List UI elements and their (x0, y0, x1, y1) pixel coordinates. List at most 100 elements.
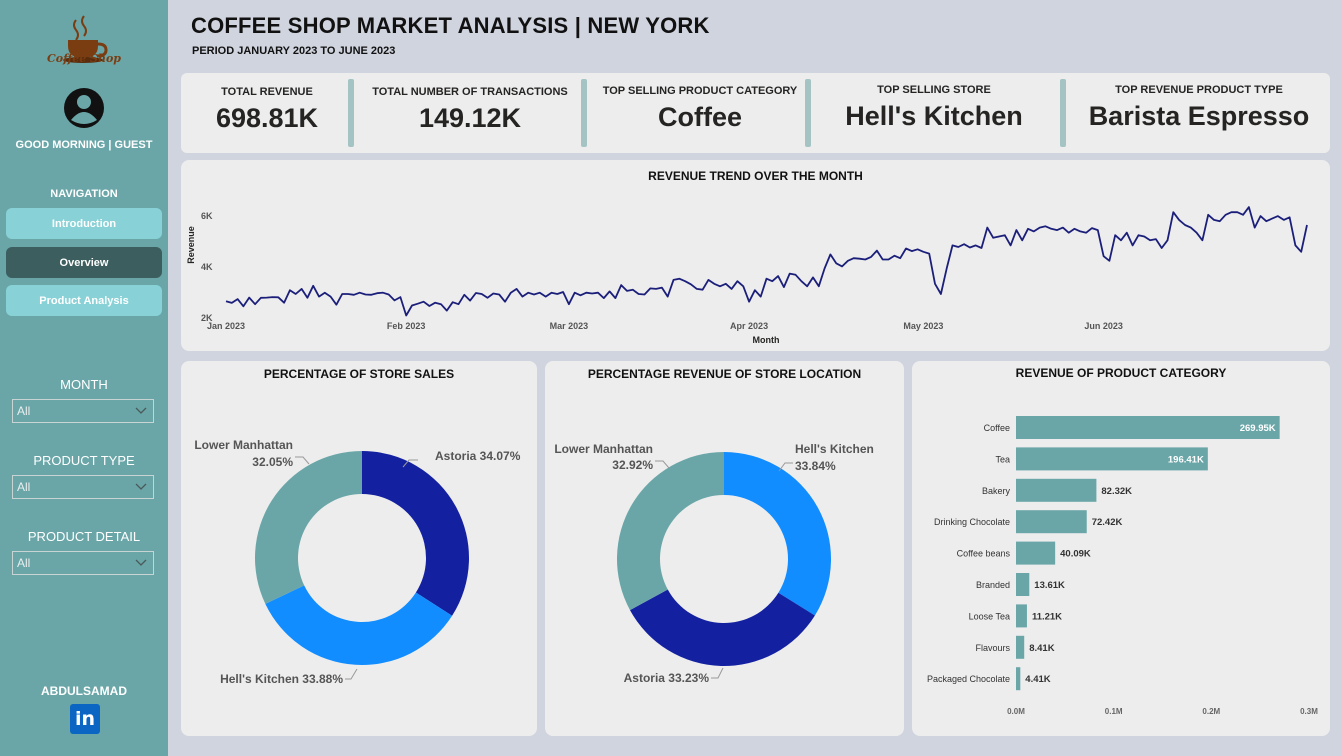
kpi-value: Hell's Kitchen (845, 101, 1023, 131)
x-tick-label: 0.1M (1105, 707, 1123, 716)
slice-data-label: Lower Manhattan (194, 438, 293, 452)
x-tick-label: Apr 2023 (730, 321, 768, 331)
bar-value-label: 4.41K (1025, 674, 1050, 685)
category-label: Flavours (975, 643, 1010, 653)
slice-data-label: Hell's Kitchen 33.88% (220, 672, 343, 686)
kpi-label: TOP SELLING STORE (877, 84, 991, 96)
chevron-down-icon (135, 407, 147, 414)
x-axis-label: Month (753, 335, 780, 345)
slice-data-label: 32.92% (612, 458, 653, 472)
logo-text: Coffee Shop (47, 52, 121, 65)
store-sales-donut-chart: Astoria 34.07% Hell's Kitchen 33.88% Lower… (194, 438, 521, 686)
donut-slice-lower-manhattan[interactable] (617, 452, 724, 611)
greeting-text: GOOD MORNING | GUEST (15, 139, 153, 151)
kpi-separator (348, 79, 354, 147)
product-type-filter-label: PRODUCT TYPE (33, 453, 135, 468)
kpi-label: TOP SELLING PRODUCT CATEGORY (602, 85, 798, 97)
y-tick-label: 4K (201, 262, 213, 272)
bar-value-label: 82.32K (1101, 486, 1132, 497)
product-type-filter-value: All (17, 480, 31, 494)
revenue-trend-chart: 2K4K6KRevenueJan 2023 Feb 2023 Mar 2023 Apr… (186, 206, 1308, 345)
linkedin-icon[interactable]: in (70, 704, 100, 734)
bar-value-label: 269.95K (1240, 423, 1276, 434)
slice-data-label: 33.84% (795, 459, 836, 473)
month-filter-dropdown[interactable]: All (12, 399, 154, 423)
nav-product-analysis-button[interactable]: Product Analysis (6, 285, 162, 316)
category-label: Drinking Chocolate (934, 517, 1010, 527)
category-bar[interactable] (1016, 478, 1097, 502)
kpi-top-store: TOP SELLING STORE Hell's Kitchen (813, 73, 1055, 153)
kpi-separator (1060, 79, 1066, 147)
category-bar[interactable] (1016, 635, 1025, 659)
bar-value-label: 196.41K (1168, 454, 1204, 465)
x-tick-label: 0.0M (1007, 707, 1025, 716)
product-category-panel: REVENUE OF PRODUCT CATEGORY Coffee 269.95… (912, 361, 1330, 736)
label-leader-line (711, 667, 724, 679)
category-label: Loose Tea (969, 611, 1010, 621)
category-bar[interactable] (1016, 510, 1087, 534)
product-detail-filter-label: PRODUCT DETAIL (27, 529, 141, 544)
category-label: Branded (976, 580, 1010, 590)
month-filter-value: All (17, 404, 31, 418)
slice-data-label: 32.05% (252, 455, 293, 469)
revenue-trend-panel: REVENUE TREND OVER THE MONTH 2K 4K 6K Reven… (181, 160, 1330, 351)
chevron-down-icon (135, 559, 147, 566)
category-label: Packaged Chocolate (927, 674, 1010, 684)
bar-value-label: 40.09K (1060, 549, 1091, 560)
donut-slice-lower-manhattan[interactable] (255, 451, 362, 604)
x-tick-label: Jan 2023 (207, 321, 245, 331)
kpi-label: TOTAL REVENUE (221, 86, 313, 98)
product-detail-filter-value: All (17, 556, 31, 570)
kpi-top-category: TOP SELLING PRODUCT CATEGORY Coffee (589, 73, 811, 153)
coffee-cup-logo-icon (63, 15, 108, 63)
category-bar[interactable] (1016, 541, 1056, 565)
store-sales-panel: PERCENTAGE OF STORE SALES Astoria 34.07%… (181, 361, 537, 736)
bar-value-label: 13.61K (1034, 580, 1065, 591)
slice-data-label: Astoria 34.07% (435, 449, 521, 463)
bar-value-label: 11.21K (1032, 611, 1062, 622)
x-tick-label: 0.3M (1300, 707, 1318, 716)
navigation-title: NAVIGATION (50, 188, 118, 200)
category-bar[interactable] (1016, 573, 1030, 596)
donut-slice-astoria[interactable] (362, 451, 469, 616)
kpi-value: Barista Espresso (1088, 101, 1310, 131)
revenue-series-line (225, 206, 1308, 317)
chevron-down-icon (135, 483, 147, 490)
nav-overview-button[interactable]: Overview (6, 247, 162, 278)
label-leader-line (345, 668, 358, 680)
donut-slice-hell-s-kitchen[interactable] (724, 452, 831, 616)
category-label: Tea (995, 454, 1010, 464)
nav-introduction-button[interactable]: Introduction (6, 208, 162, 239)
slice-data-label: Lower Manhattan (554, 442, 653, 456)
x-tick-label: 0.2M (1202, 707, 1220, 716)
kpi-value: Coffee (657, 102, 742, 132)
kpi-value: 149.12K (418, 103, 522, 133)
kpi-separator (581, 79, 587, 147)
kpi-value: 698.81K (215, 103, 319, 133)
kpi-label: TOTAL NUMBER OF TRANSACTIONS (372, 86, 568, 98)
y-tick-label: 6K (201, 211, 213, 221)
y-axis-label: Revenue (186, 226, 196, 264)
category-label: Coffee (984, 423, 1010, 433)
category-bar[interactable] (1016, 604, 1027, 628)
slice-data-label: Astoria 33.23% (624, 671, 710, 685)
sidebar: Coffee Shop GOOD MORNING | GUEST NAVIGAT… (0, 0, 168, 756)
donut-slice-astoria[interactable] (629, 589, 815, 666)
bar-value-label: 72.42K (1092, 517, 1123, 528)
category-bar[interactable] (1016, 667, 1021, 691)
x-tick-label: Mar 2023 (550, 321, 589, 331)
user-avatar-icon (64, 88, 104, 128)
kpi-separator (805, 79, 811, 147)
x-tick-label: Feb 2023 (387, 321, 426, 331)
category-label: Coffee beans (957, 549, 1011, 559)
author-name: ABDULSAMAD (41, 684, 127, 698)
kpi-total-transactions: TOTAL NUMBER OF TRANSACTIONS 149.12K (361, 73, 579, 153)
label-leader-line (655, 460, 670, 469)
product-type-filter-dropdown[interactable]: All (12, 475, 154, 499)
page-subtitle: PERIOD JANUARY 2023 TO JUNE 2023 (192, 45, 396, 57)
slice-data-label: Hell's Kitchen (795, 442, 874, 456)
label-leader-line (295, 456, 310, 465)
kpi-label: TOP REVENUE PRODUCT TYPE (1115, 84, 1283, 96)
x-tick-label: Jun 2023 (1084, 321, 1123, 331)
product-detail-filter-dropdown[interactable]: All (12, 551, 154, 575)
